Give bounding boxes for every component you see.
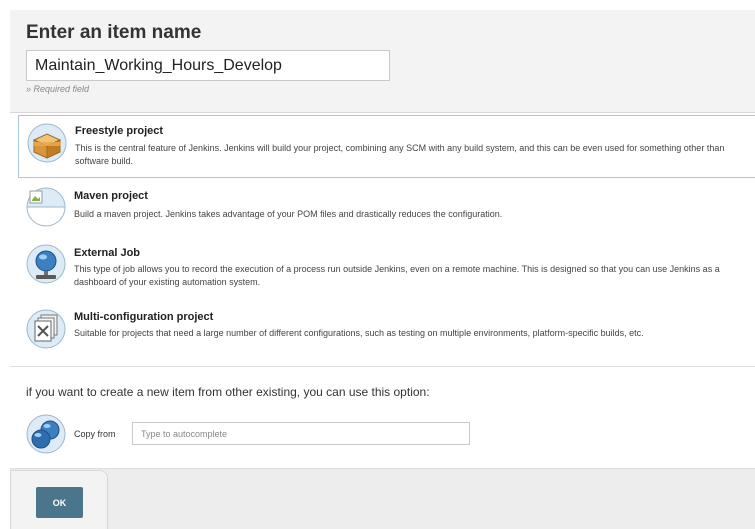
external-job-icon bbox=[26, 244, 66, 284]
freestyle-project-icon bbox=[27, 123, 67, 163]
maven-project-description: Build a maven project. Jenkins takes adv… bbox=[74, 209, 503, 219]
external-job-title: External Job bbox=[74, 247, 141, 259]
copy-from-input[interactable] bbox=[132, 422, 470, 445]
multi-configuration-icon bbox=[26, 309, 66, 349]
copy-from-prompt: if you want to create a new item from ot… bbox=[26, 385, 430, 399]
item-name-input[interactable] bbox=[26, 50, 390, 81]
item-type-multi-configuration[interactable]: Multi-configuration project Suitable for… bbox=[18, 305, 755, 355]
freestyle-project-description: This is the central feature of Jenkins. … bbox=[75, 143, 725, 166]
footer-bar bbox=[10, 468, 755, 529]
item-type-freestyle[interactable]: Freestyle project This is the central fe… bbox=[18, 115, 755, 178]
maven-project-title: Maven project bbox=[74, 190, 148, 202]
section-divider bbox=[10, 366, 755, 367]
freestyle-project-title: Freestyle project bbox=[75, 125, 164, 137]
multi-configuration-title: Multi-configuration project bbox=[74, 311, 214, 323]
required-field-hint: » Required field bbox=[26, 84, 90, 94]
item-name-panel: Enter an item name » Required field bbox=[10, 10, 755, 113]
external-job-description: This type of job allows you to record th… bbox=[74, 264, 720, 287]
item-type-maven[interactable]: Maven project Build a maven project. Jen… bbox=[18, 181, 755, 233]
copy-item-icon bbox=[26, 414, 66, 454]
item-type-external-job[interactable]: External Job This type of job allows you… bbox=[18, 237, 755, 301]
ok-button[interactable]: OK bbox=[36, 487, 83, 518]
broken-image-icon bbox=[26, 187, 66, 227]
copy-from-label: Copy from bbox=[74, 429, 116, 439]
multi-configuration-description: Suitable for projects that need a large … bbox=[74, 328, 644, 338]
page-title: Enter an item name bbox=[26, 22, 202, 43]
